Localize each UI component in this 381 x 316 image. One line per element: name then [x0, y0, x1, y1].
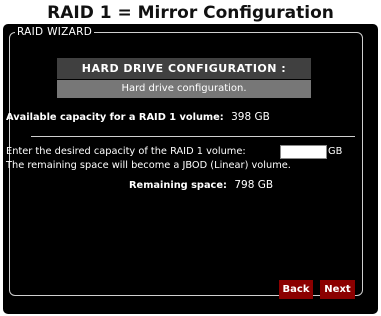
remaining-space-row: Remaining space: 798 GB — [129, 179, 273, 191]
raid-wizard-legend: RAID WIZARD — [17, 26, 93, 38]
remaining-space-label: Remaining space: — [129, 180, 227, 191]
back-button[interactable]: Back — [279, 280, 313, 299]
available-capacity-row: Available capacity for a RAID 1 volume: … — [6, 111, 270, 123]
raid1-capacity-input[interactable] — [280, 145, 327, 159]
section-title: HARD DRIVE CONFIGURATION : — [57, 58, 311, 79]
divider — [31, 136, 355, 137]
available-capacity-label: Available capacity for a RAID 1 volume: — [6, 112, 224, 123]
capacity-unit-label: GB — [328, 146, 343, 157]
remaining-note: The remaining space will become a JBOD (… — [6, 160, 291, 171]
page-caption: RAID 1 = Mirror Configuration — [47, 3, 334, 23]
remaining-space-value: 798 GB — [234, 179, 274, 191]
section-subtitle: Hard drive configuration. — [57, 80, 311, 98]
capacity-prompt: Enter the desired capacity of the RAID 1… — [6, 146, 246, 157]
available-capacity-value: 398 GB — [231, 111, 270, 123]
raid-wizard-panel: RAID WIZARD HARD DRIVE CONFIGURATION : H… — [3, 24, 378, 314]
next-button[interactable]: Next — [320, 280, 355, 299]
